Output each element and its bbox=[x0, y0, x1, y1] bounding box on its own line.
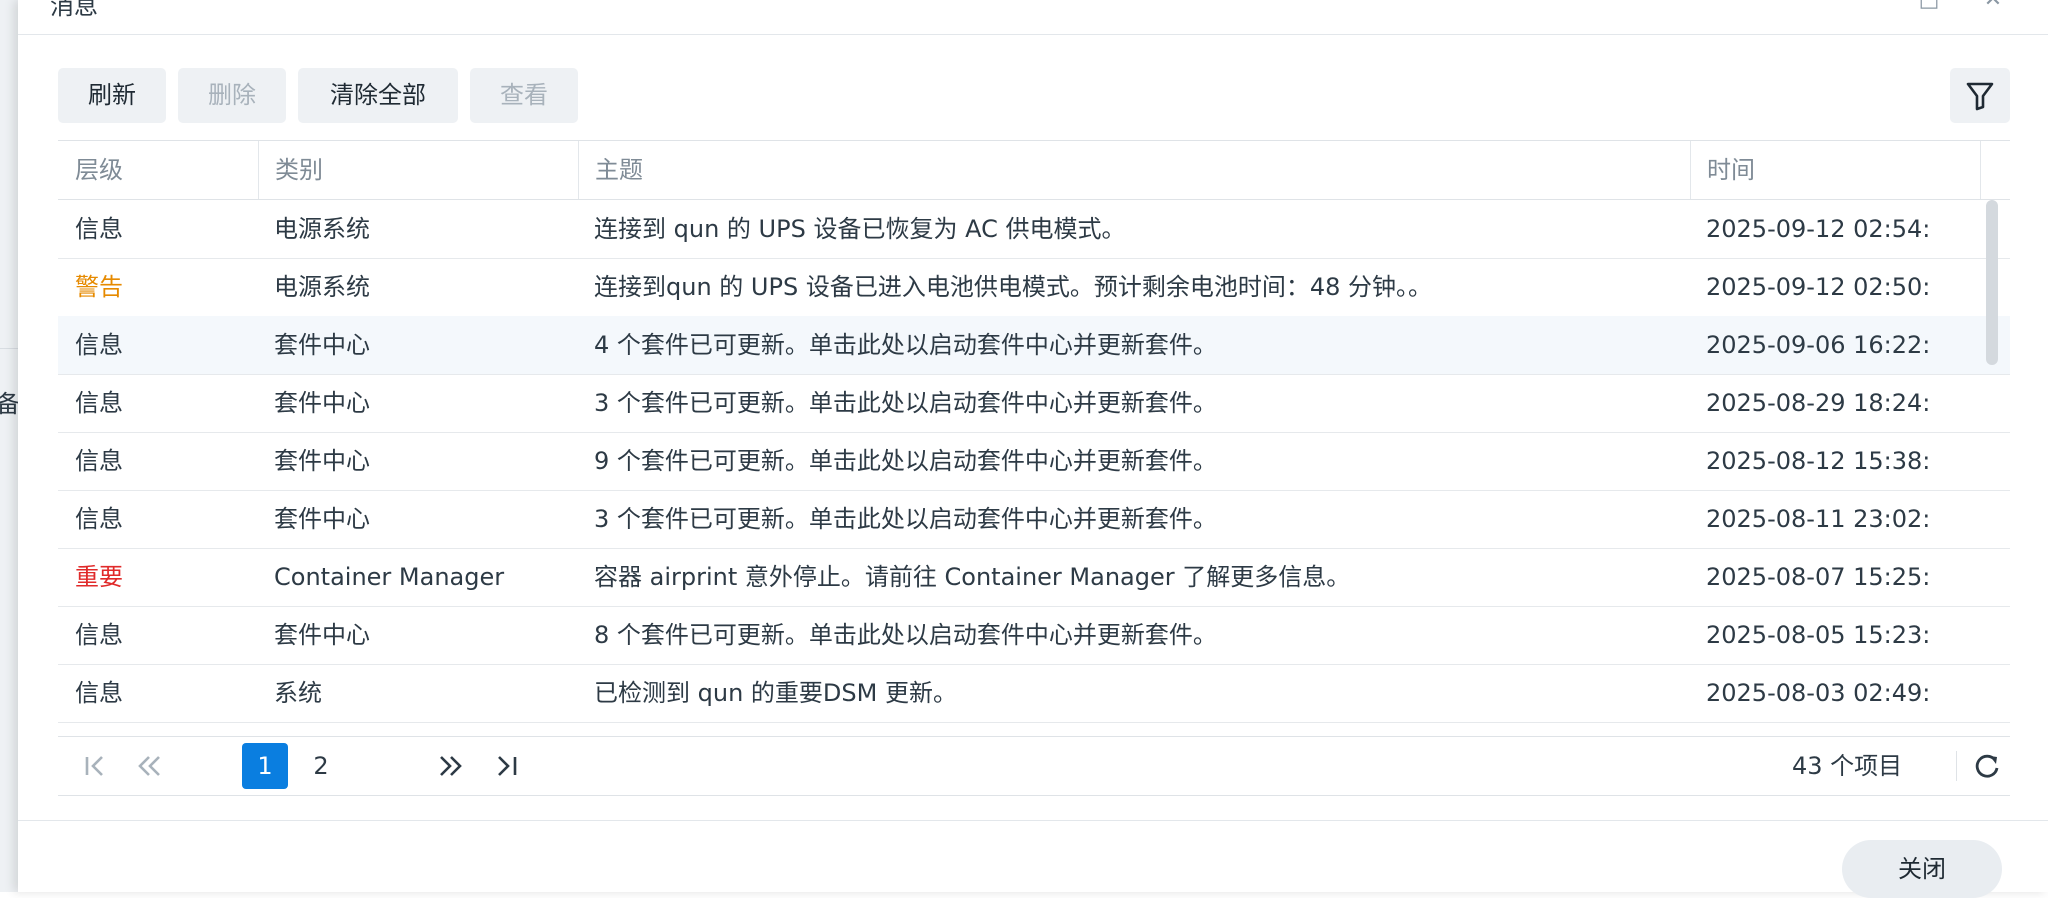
time-cell: 2025-09-12 02:54: bbox=[1706, 215, 1931, 243]
pager-divider bbox=[1956, 751, 1957, 781]
footer-divider bbox=[18, 820, 2048, 821]
category-cell: 电源系统 bbox=[274, 215, 370, 243]
item-count: 43 个项目 bbox=[1792, 752, 1903, 780]
time-cell: 2025-09-06 16:22: bbox=[1706, 331, 1931, 359]
level-cell: 信息 bbox=[75, 215, 123, 243]
background-partial-text: 备 bbox=[0, 390, 20, 418]
category-cell: 系统 bbox=[274, 679, 322, 707]
background-app: 备 bbox=[0, 0, 20, 892]
subject-cell: 8 个套件已可更新。单击此处以启动套件中心并更新套件。 bbox=[594, 621, 1217, 649]
table-row[interactable]: 信息 套件中心 8 个套件已可更新。单击此处以启动套件中心并更新套件。 2025… bbox=[58, 606, 2010, 665]
pagination-bar: 1 2 43 个项目 bbox=[58, 736, 2010, 796]
table-row[interactable]: 信息 套件中心 4 个套件已可更新。单击此处以启动套件中心并更新套件。 2025… bbox=[58, 316, 2010, 375]
close-icon[interactable]: ✕ bbox=[1980, 0, 2006, 11]
time-cell: 2025-09-12 02:50: bbox=[1706, 273, 1931, 301]
subject-cell: 连接到 qun 的 UPS 设备已恢复为 AC 供电模式。 bbox=[594, 215, 1126, 243]
delete-button[interactable]: 删除 bbox=[178, 68, 286, 123]
close-button[interactable]: 关闭 bbox=[1842, 840, 2002, 898]
level-cell: 信息 bbox=[75, 679, 123, 707]
subject-cell: 已检测到 qun 的重要DSM 更新。 bbox=[594, 679, 957, 707]
dialog-titlebar: 消息 □ ✕ bbox=[18, 0, 2048, 35]
messages-dialog: 消息 □ ✕ 刷新 删除 清除全部 查看 层级 类别 主题 时间 信息 电源系统… bbox=[18, 0, 2048, 898]
category-cell: 套件中心 bbox=[274, 505, 370, 533]
time-cell: 2025-08-29 18:24: bbox=[1706, 389, 1931, 417]
category-cell: Container Manager bbox=[274, 563, 505, 591]
level-cell: 警告 bbox=[75, 273, 123, 301]
category-cell: 套件中心 bbox=[274, 447, 370, 475]
table-row[interactable]: 信息 系统 已检测到 qun 的重要DSM 更新。 2025-08-03 02:… bbox=[58, 664, 2010, 723]
level-cell: 信息 bbox=[75, 389, 123, 417]
first-page-icon[interactable] bbox=[78, 749, 112, 783]
page-2-button[interactable]: 2 bbox=[298, 743, 344, 789]
column-header-time[interactable]: 时间 bbox=[1690, 141, 1980, 199]
filter-button[interactable] bbox=[1950, 68, 2010, 123]
time-cell: 2025-08-03 02:49: bbox=[1706, 679, 1931, 707]
maximize-icon[interactable]: □ bbox=[1916, 0, 1942, 11]
table-row[interactable]: 信息 电源系统 连接到 qun 的 UPS 设备已恢复为 AC 供电模式。 20… bbox=[58, 200, 2010, 259]
category-cell: 电源系统 bbox=[274, 273, 370, 301]
view-button[interactable]: 查看 bbox=[470, 68, 578, 123]
column-separator bbox=[1980, 141, 1981, 199]
table-row[interactable]: 信息 套件中心 9 个套件已可更新。单击此处以启动套件中心并更新套件。 2025… bbox=[58, 432, 2010, 491]
subject-cell: 容器 airprint 意外停止。请前往 Container Manager 了… bbox=[594, 563, 1351, 591]
refresh-button[interactable]: 刷新 bbox=[58, 68, 166, 123]
time-cell: 2025-08-05 15:23: bbox=[1706, 621, 1931, 649]
column-header-subject[interactable]: 主题 bbox=[578, 141, 1690, 199]
time-cell: 2025-08-12 15:38: bbox=[1706, 447, 1931, 475]
reload-icon[interactable] bbox=[1970, 749, 2004, 783]
filter-icon bbox=[1966, 82, 1994, 111]
subject-cell: 4 个套件已可更新。单击此处以启动套件中心并更新套件。 bbox=[594, 331, 1217, 359]
table-row[interactable]: 信息 套件中心 3 个套件已可更新。单击此处以启动套件中心并更新套件。 2025… bbox=[58, 490, 2010, 549]
level-cell: 信息 bbox=[75, 505, 123, 533]
time-cell: 2025-08-07 15:25: bbox=[1706, 563, 1931, 591]
table-row[interactable]: 重要 Container Manager 容器 airprint 意外停止。请前… bbox=[58, 548, 2010, 607]
subject-cell: 连接到qun 的 UPS 设备已进入电池供电模式。预计剩余电池时间：48 分钟。… bbox=[594, 273, 1432, 301]
background-divider bbox=[0, 348, 18, 349]
next-page-icon[interactable] bbox=[434, 749, 468, 783]
messages-table: 层级 类别 主题 时间 信息 电源系统 连接到 qun 的 UPS 设备已恢复为… bbox=[58, 140, 2010, 723]
dialog-title: 消息 bbox=[50, 0, 98, 20]
last-page-icon[interactable] bbox=[490, 749, 524, 783]
table-row[interactable]: 警告 电源系统 连接到qun 的 UPS 设备已进入电池供电模式。预计剩余电池时… bbox=[58, 258, 2010, 317]
level-cell: 重要 bbox=[75, 563, 123, 591]
subject-cell: 9 个套件已可更新。单击此处以启动套件中心并更新套件。 bbox=[594, 447, 1217, 475]
subject-cell: 3 个套件已可更新。单击此处以启动套件中心并更新套件。 bbox=[594, 505, 1217, 533]
table-header: 层级 类别 主题 时间 bbox=[58, 141, 2010, 200]
column-header-category[interactable]: 类别 bbox=[258, 141, 578, 199]
category-cell: 套件中心 bbox=[274, 389, 370, 417]
previous-page-icon[interactable] bbox=[132, 749, 166, 783]
category-cell: 套件中心 bbox=[274, 621, 370, 649]
table-scrollbar[interactable] bbox=[1986, 200, 1998, 365]
level-cell: 信息 bbox=[75, 447, 123, 475]
subject-cell: 3 个套件已可更新。单击此处以启动套件中心并更新套件。 bbox=[594, 389, 1217, 417]
page-1-button[interactable]: 1 bbox=[242, 743, 288, 789]
level-cell: 信息 bbox=[75, 331, 123, 359]
table-row[interactable]: 信息 套件中心 3 个套件已可更新。单击此处以启动套件中心并更新套件。 2025… bbox=[58, 374, 2010, 433]
category-cell: 套件中心 bbox=[274, 331, 370, 359]
column-header-level[interactable]: 层级 bbox=[58, 141, 258, 199]
clear-all-button[interactable]: 清除全部 bbox=[298, 68, 458, 123]
time-cell: 2025-08-11 23:02: bbox=[1706, 505, 1931, 533]
level-cell: 信息 bbox=[75, 621, 123, 649]
